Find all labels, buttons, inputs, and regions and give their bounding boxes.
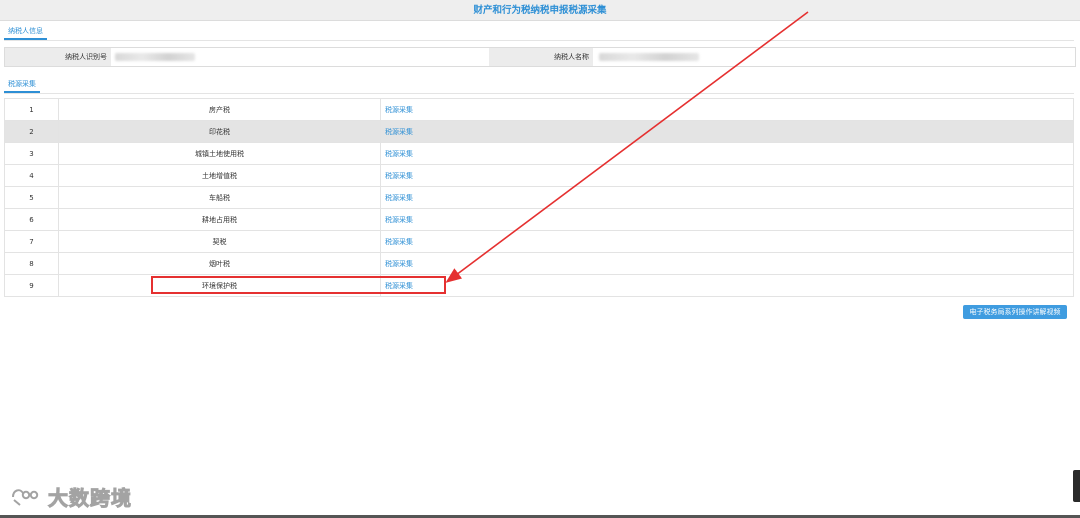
watermark: 大数跨境 — [10, 482, 132, 511]
watermark-text: 大数跨境 — [48, 486, 132, 511]
annotation-arrow — [445, 11, 809, 283]
watermark-logo-icon — [12, 488, 39, 506]
side-panel-handle[interactable] — [1073, 470, 1080, 502]
tax-source-collection-page: 财产和行为税纳税申报税源采集 纳税人信息 纳税人识别号 纳税人名称 税源采集 1… — [0, 0, 1080, 518]
